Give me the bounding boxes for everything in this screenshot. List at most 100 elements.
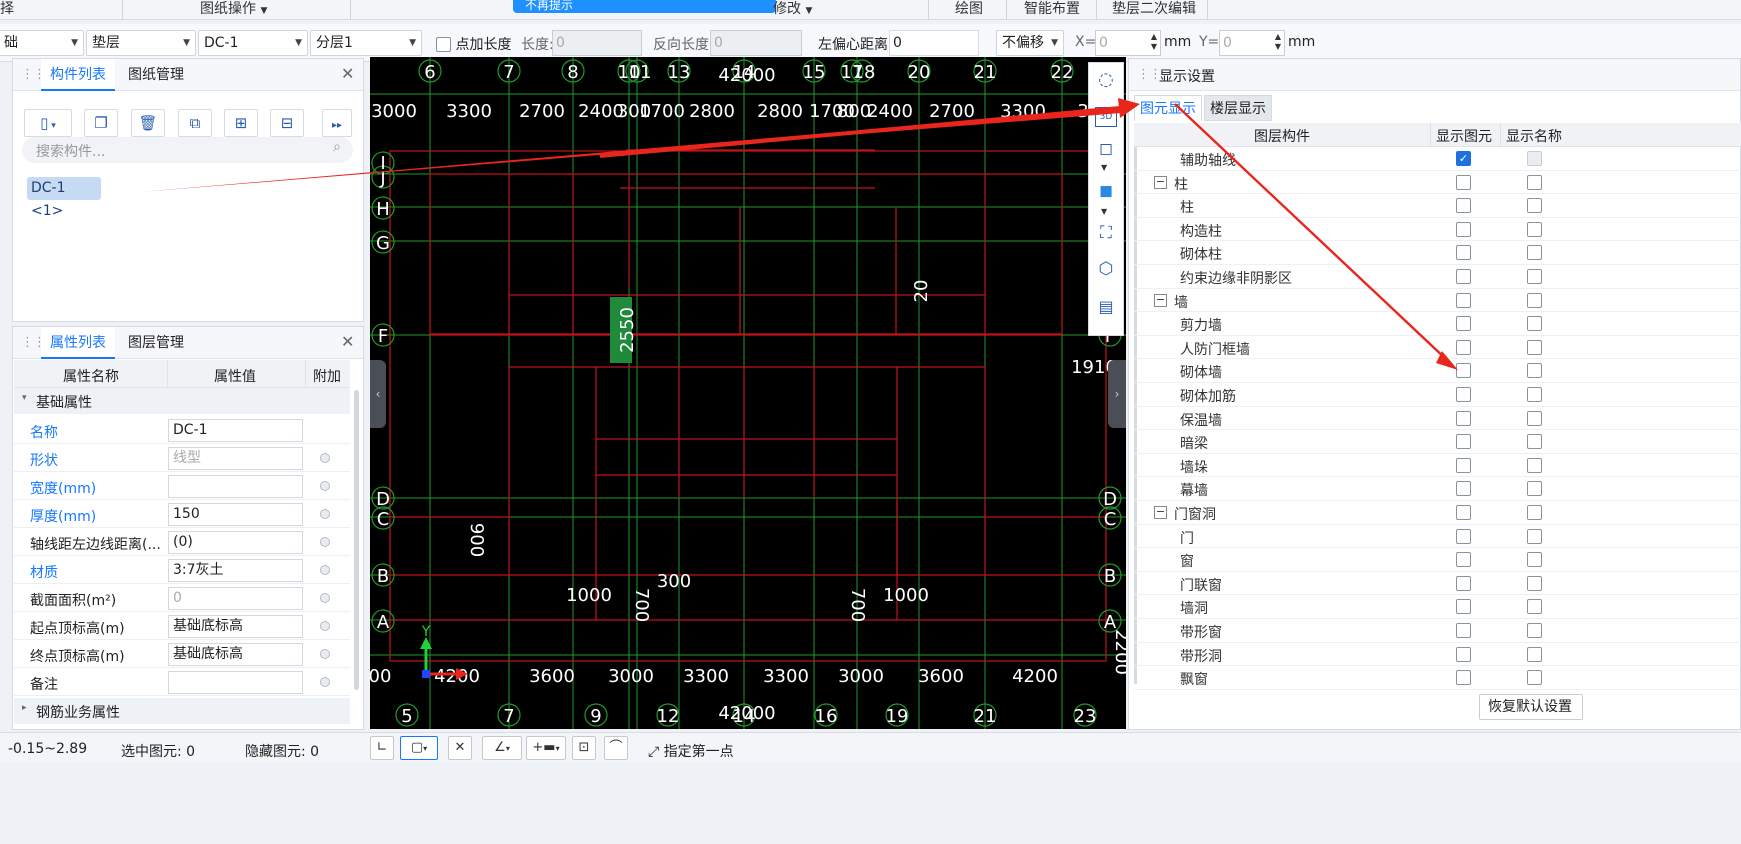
show-name-checkbox[interactable]	[1527, 505, 1542, 520]
delete-component-button[interactable]: 🗑	[131, 109, 165, 137]
show-element-checkbox[interactable]	[1456, 269, 1471, 284]
component-search[interactable]: 搜索构件... ⌕	[22, 137, 353, 163]
show-name-checkbox[interactable]	[1527, 269, 1542, 284]
angle-button[interactable]: ∠▾	[482, 736, 522, 760]
property-value-input[interactable]: 基础底标高	[168, 643, 303, 666]
new-component-button[interactable]: ▯ ▾	[24, 109, 72, 137]
property-value-input[interactable]: 3:7灰土	[168, 559, 303, 582]
property-value-input[interactable]: 150	[168, 503, 303, 526]
display-settings-icon[interactable]: ▤	[1095, 297, 1117, 319]
left-offset-input[interactable]: 0	[889, 30, 979, 56]
extra-toggle[interactable]	[320, 621, 330, 631]
display-tree-row[interactable]: 柱	[1134, 194, 1741, 218]
display-tree-row[interactable]: 飘窗	[1134, 666, 1741, 690]
show-element-checkbox[interactable]	[1456, 481, 1471, 497]
show-name-checkbox[interactable]	[1527, 221, 1542, 237]
display-tree-row[interactable]: 带形洞	[1134, 643, 1741, 667]
snap-button[interactable]: ▢▾	[400, 736, 438, 760]
ribbon-item-select[interactable]: 择	[0, 0, 14, 18]
property-value-input[interactable]: 基础底标高	[168, 615, 303, 638]
display-tree-row[interactable]: 墙洞	[1134, 595, 1741, 619]
extra-toggle[interactable]	[320, 509, 330, 519]
display-tree-row[interactable]: 墙垛	[1134, 454, 1741, 478]
show-element-checkbox[interactable]	[1456, 174, 1471, 190]
show-name-checkbox[interactable]	[1527, 623, 1542, 638]
tab-floor-display[interactable]: 楼层显示	[1204, 95, 1272, 121]
show-name-checkbox[interactable]	[1527, 646, 1542, 662]
show-element-checkbox[interactable]	[1456, 434, 1471, 450]
dynamic-input-button[interactable]: ⊡	[572, 736, 596, 760]
collapse-icon[interactable]: −	[1154, 293, 1167, 307]
reverse-length-input[interactable]: 0	[710, 30, 802, 56]
y-coord-input[interactable]: 0 ▲ ▼	[1219, 30, 1285, 56]
display-tree-row[interactable]: 保温墙	[1134, 407, 1741, 431]
extra-toggle[interactable]	[320, 481, 330, 491]
property-value-input[interactable]: (0)	[168, 531, 303, 554]
show-name-checkbox[interactable]	[1527, 599, 1542, 615]
close-icon[interactable]: ✕	[341, 64, 354, 83]
collapse-icon[interactable]: −	[1154, 506, 1167, 519]
display-tree-row[interactable]: 门联窗	[1134, 572, 1741, 596]
more-button[interactable]: ▸▸	[322, 109, 352, 137]
show-element-checkbox[interactable]	[1456, 528, 1471, 544]
drag-grip-icon[interactable]: ⋮⋮	[1137, 67, 1162, 82]
extra-toggle[interactable]	[320, 649, 330, 659]
extra-toggle[interactable]	[320, 537, 330, 547]
show-element-checkbox[interactable]	[1456, 245, 1471, 261]
show-element-checkbox[interactable]	[1456, 221, 1471, 237]
show-element-checkbox[interactable]	[1456, 623, 1471, 638]
zoom-extents-icon[interactable]: ⛶	[1095, 223, 1117, 245]
ribbon-item-smart-layout[interactable]: 智能布置	[1024, 0, 1080, 18]
chevron-down-icon[interactable]: ▼	[1101, 163, 1107, 172]
display-tree-row[interactable]: 窗	[1134, 548, 1741, 572]
display-tree-row[interactable]: − 墙	[1134, 289, 1741, 313]
show-name-checkbox[interactable]	[1527, 245, 1542, 261]
show-name-checkbox[interactable]	[1527, 481, 1542, 497]
show-name-checkbox[interactable]	[1527, 410, 1542, 426]
show-name-checkbox[interactable]	[1527, 575, 1542, 591]
show-element-checkbox[interactable]	[1456, 410, 1471, 426]
close-icon[interactable]: ✕	[341, 332, 354, 351]
property-value-input[interactable]: 0	[168, 587, 303, 610]
ribbon-item-modify[interactable]: 修改 ▼	[773, 0, 812, 20]
show-element-checkbox[interactable]	[1456, 316, 1471, 332]
display-tree-row[interactable]: 幕墙	[1134, 477, 1741, 501]
show-name-checkbox[interactable]	[1527, 528, 1542, 544]
orbit-icon[interactable]: ◌	[1094, 69, 1118, 93]
ribbon-item-draw[interactable]: 绘图	[955, 0, 983, 18]
restore-default-button[interactable]: 恢复默认设置	[1479, 694, 1583, 720]
show-element-checkbox[interactable]	[1456, 552, 1471, 568]
display-tree-row[interactable]: 带形窗	[1134, 619, 1741, 643]
show-element-checkbox[interactable]	[1456, 646, 1471, 662]
wireframe-cube-icon[interactable]: ◻	[1095, 139, 1117, 161]
3d-view-icon[interactable]: 3D	[1095, 107, 1117, 127]
extra-toggle[interactable]	[320, 565, 330, 575]
show-name-checkbox[interactable]	[1527, 552, 1542, 568]
search-input[interactable]: 搜索构件...	[36, 141, 105, 161]
show-element-checkbox[interactable]	[1456, 339, 1471, 355]
component-item[interactable]: DC-1 <1>	[27, 177, 101, 219]
tab-layer-management[interactable]: 图层管理	[119, 327, 193, 359]
export-button[interactable]: ⊟	[270, 109, 304, 137]
show-name-checkbox[interactable]	[1527, 174, 1542, 190]
show-element-checkbox[interactable]	[1456, 292, 1471, 308]
offset-mode-combo[interactable]: 不偏移 ▼	[996, 30, 1064, 56]
extra-toggle[interactable]	[320, 453, 330, 463]
property-group-rebar[interactable]: ▸ 钢筋业务属性	[14, 698, 350, 724]
show-element-checkbox[interactable]	[1456, 387, 1471, 402]
arc-button[interactable]: ⌒	[604, 736, 628, 760]
component-combo[interactable]: DC-1 ▼	[198, 30, 308, 56]
show-element-checkbox[interactable]	[1456, 599, 1471, 615]
spin-icon[interactable]: ▲ ▼	[1275, 32, 1281, 52]
duplicate-layer-button[interactable]: ⧉	[178, 109, 212, 137]
extra-toggle[interactable]	[320, 593, 330, 603]
property-group-basic[interactable]: ▾ 基础属性	[14, 388, 350, 414]
show-element-checkbox[interactable]	[1456, 575, 1471, 591]
property-value-input[interactable]	[168, 671, 303, 694]
display-tree-row[interactable]: 门	[1134, 525, 1741, 549]
length-input[interactable]: 0	[552, 30, 642, 56]
display-tree-row[interactable]: 暗梁	[1134, 430, 1741, 454]
layer-combo[interactable]: 分层1 ▼	[310, 30, 422, 56]
tab-component-list[interactable]: 构件列表	[41, 59, 115, 91]
type-combo[interactable]: 垫层 ▼	[86, 30, 196, 56]
